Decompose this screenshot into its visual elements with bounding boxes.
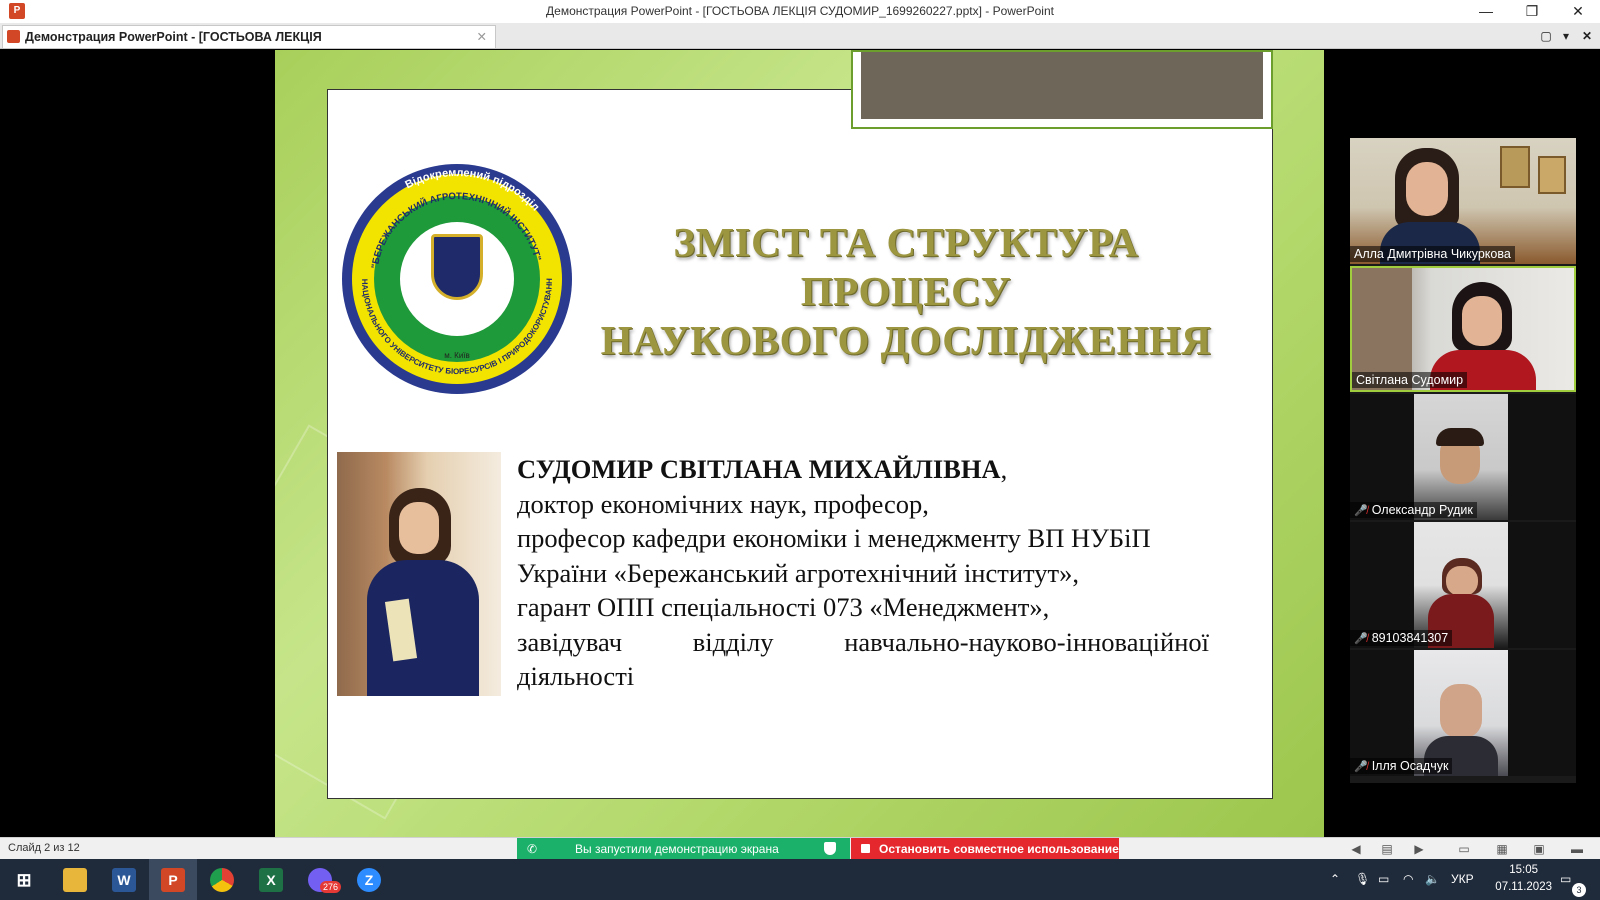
window-titlebar: P Демонстрация PowerPoint - [ГОСТЬОВА ЛЕ… — [0, 0, 1600, 23]
word-icon[interactable]: W — [100, 859, 148, 900]
start-button[interactable]: ⊞ — [0, 859, 48, 900]
previous-slide-icon[interactable]: ◀ — [1348, 841, 1364, 857]
volume-icon[interactable]: 🔈 — [1425, 859, 1440, 900]
statusbar: Слайд 2 из 12 ✆ Вы запустили демонстраци… — [0, 837, 1600, 860]
powerpoint-file-icon — [7, 30, 20, 43]
participant-name: Світлана Судомир — [1352, 372, 1468, 388]
window-title: Демонстрация PowerPoint - [ГОСТЬОВА ЛЕКЦ… — [546, 4, 1054, 18]
presentation-tab[interactable]: Демонстрация PowerPoint - [ГОСТЬОВА ЛЕКЦ… — [2, 25, 496, 66]
bio-line: професор кафедри економіки і менеджменту… — [517, 523, 1151, 553]
sharing-status-text: Вы запустили демонстрацию экрана — [575, 842, 779, 856]
participant-tile[interactable]: Алла Дмитрівна Чикуркова — [1350, 138, 1576, 264]
notifications-icon[interactable]: ▭ 3 — [1560, 859, 1586, 900]
sharing-status-banner[interactable]: ✆ Вы запустили демонстрацию экрана — [517, 838, 850, 860]
powerpoint-taskbar-icon[interactable]: P — [149, 859, 197, 900]
slide-sorter-icon[interactable]: ▦ — [1494, 841, 1510, 857]
header-decoration-fill — [861, 52, 1263, 119]
close-button[interactable]: ✕ — [1555, 0, 1600, 23]
institute-logo: Відокремлений підрозділ "БЕРЕЖАНСЬКИЙ АГ… — [342, 164, 572, 394]
zoom-icon[interactable]: Z — [345, 859, 393, 900]
new-window-icon[interactable]: ▢ — [1537, 27, 1555, 45]
next-slide-icon[interactable]: ▶ — [1411, 841, 1427, 857]
file-explorer-icon[interactable] — [51, 859, 99, 900]
slide-counter: Слайд 2 из 12 — [8, 842, 80, 854]
document-tabbar: Демонстрация PowerPoint - [ГОСТЬОВА ЛЕКЦ… — [0, 23, 1600, 66]
speaker-bio: СУДОМИР СВІТЛАНА МИХАЙЛІВНА, доктор екон… — [517, 452, 1209, 694]
shield-icon — [824, 842, 836, 855]
minimize-button[interactable]: — — [1463, 0, 1509, 23]
speaker-name: СУДОМИР СВІТЛАНА МИХАЙЛІВНА — [517, 454, 1001, 484]
speaker-photo — [337, 452, 501, 696]
system-clock[interactable]: 15:05 07.11.2023 — [1495, 862, 1552, 896]
slide-title: ЗМІСТ ТА СТРУКТУРА ПРОЦЕСУ НАУКОВОГО ДОС… — [568, 218, 1244, 365]
tab-menu-icon[interactable]: ▾ — [1557, 27, 1575, 45]
mic-muted-icon: 🎤̸ — [1354, 761, 1368, 773]
logo-city: м. Київ — [444, 351, 470, 360]
battery-icon[interactable]: ▭ — [1378, 859, 1389, 900]
bio-line: доктор економічних наук, професор, — [517, 488, 929, 519]
stop-icon — [861, 844, 870, 853]
participant-tile[interactable]: 🎤̸ Ілля Осадчук — [1350, 650, 1576, 776]
bio-line: України «Бережанський агротехнічний інст… — [517, 557, 1079, 588]
slide-title-line2: НАУКОВОГО ДОСЛІДЖЕННЯ — [600, 317, 1212, 363]
stop-share-button[interactable]: Остановить совместное использование — [851, 838, 1119, 860]
participant-tile[interactable]: 🎤̸ Олександр Рудик — [1350, 394, 1576, 520]
viber-icon[interactable]: 276 — [296, 859, 344, 900]
slide[interactable]: Відокремлений підрозділ "БЕРЕЖАНСЬКИЙ АГ… — [275, 50, 1324, 837]
microphone-icon[interactable]: 🎙 — [1355, 859, 1370, 900]
slideshow-view-icon[interactable]: ▬ — [1569, 841, 1585, 857]
clock-date: 07.11.2023 — [1495, 881, 1552, 893]
participant-name: 🎤̸ Олександр Рудик — [1350, 502, 1477, 518]
participant-tile[interactable]: Світлана Судомир — [1350, 266, 1576, 392]
reading-view-icon[interactable]: ▣ — [1531, 841, 1547, 857]
logo-inner-text: "БЕРЕЖАНСЬКИЙ АГРОТЕХНІЧНИЙ ІНСТИТУТ" — [370, 191, 543, 270]
wifi-icon[interactable]: ◠ — [1403, 859, 1413, 900]
clock-time: 15:05 — [1509, 864, 1539, 876]
participant-gallery: Алла Дмитрівна Чикуркова Світлана Судоми… — [1350, 138, 1576, 783]
participant-name: Алла Дмитрівна Чикуркова — [1350, 246, 1515, 262]
excel-icon[interactable]: X — [247, 859, 295, 900]
slide-content-card: Відокремлений підрозділ "БЕРЕЖАНСЬКИЙ АГ… — [327, 50, 1273, 799]
notification-count: 3 — [1572, 883, 1586, 897]
participant-name: 🎤̸ Ілля Осадчук — [1350, 758, 1453, 774]
language-indicator[interactable]: УКР — [1451, 859, 1474, 900]
slide-menu-icon[interactable]: ▤ — [1379, 841, 1395, 857]
bio-line: завідувач відділу навчально-науково-інно… — [517, 626, 1209, 657]
tab-close-icon[interactable]: ✕ — [477, 26, 487, 48]
bio-line: гарант ОПП спеціальності 073 «Менеджмент… — [517, 592, 1050, 622]
normal-view-icon[interactable]: ▭ — [1456, 841, 1472, 857]
tray-chevron-icon[interactable]: ⌃ — [1330, 859, 1340, 900]
participant-tile[interactable]: 🎤̸ 89103841307 — [1350, 522, 1576, 648]
tab-bar-close-icon[interactable]: ✕ — [1578, 27, 1596, 45]
mic-muted-icon: 🎤̸ — [1354, 505, 1368, 517]
chrome-icon[interactable] — [198, 859, 246, 900]
mic-muted-icon: 🎤̸ — [1354, 633, 1368, 645]
windows-taskbar: ⊞ W P X 276 Z ⌃ 🎙 ▭ ◠ 🔈 УКР 15:05 07.11.… — [0, 859, 1600, 900]
viber-badge: 276 — [320, 881, 342, 893]
restore-button[interactable]: ❐ — [1509, 0, 1555, 23]
stop-share-label: Остановить совместное использование — [879, 842, 1119, 856]
phone-icon: ✆ — [527, 842, 538, 856]
participant-name: 🎤̸ 89103841307 — [1350, 630, 1453, 646]
svg-text:"БЕРЕЖАНСЬКИЙ АГРОТЕХНІЧНИЙ ІН: "БЕРЕЖАНСЬКИЙ АГРОТЕХНІЧНИЙ ІНСТИТУТ" — [370, 191, 543, 270]
bio-line: діяльності — [517, 661, 635, 691]
slide-title-line1: ЗМІСТ ТА СТРУКТУРА ПРОЦЕСУ — [673, 219, 1139, 314]
header-decoration — [851, 50, 1273, 129]
